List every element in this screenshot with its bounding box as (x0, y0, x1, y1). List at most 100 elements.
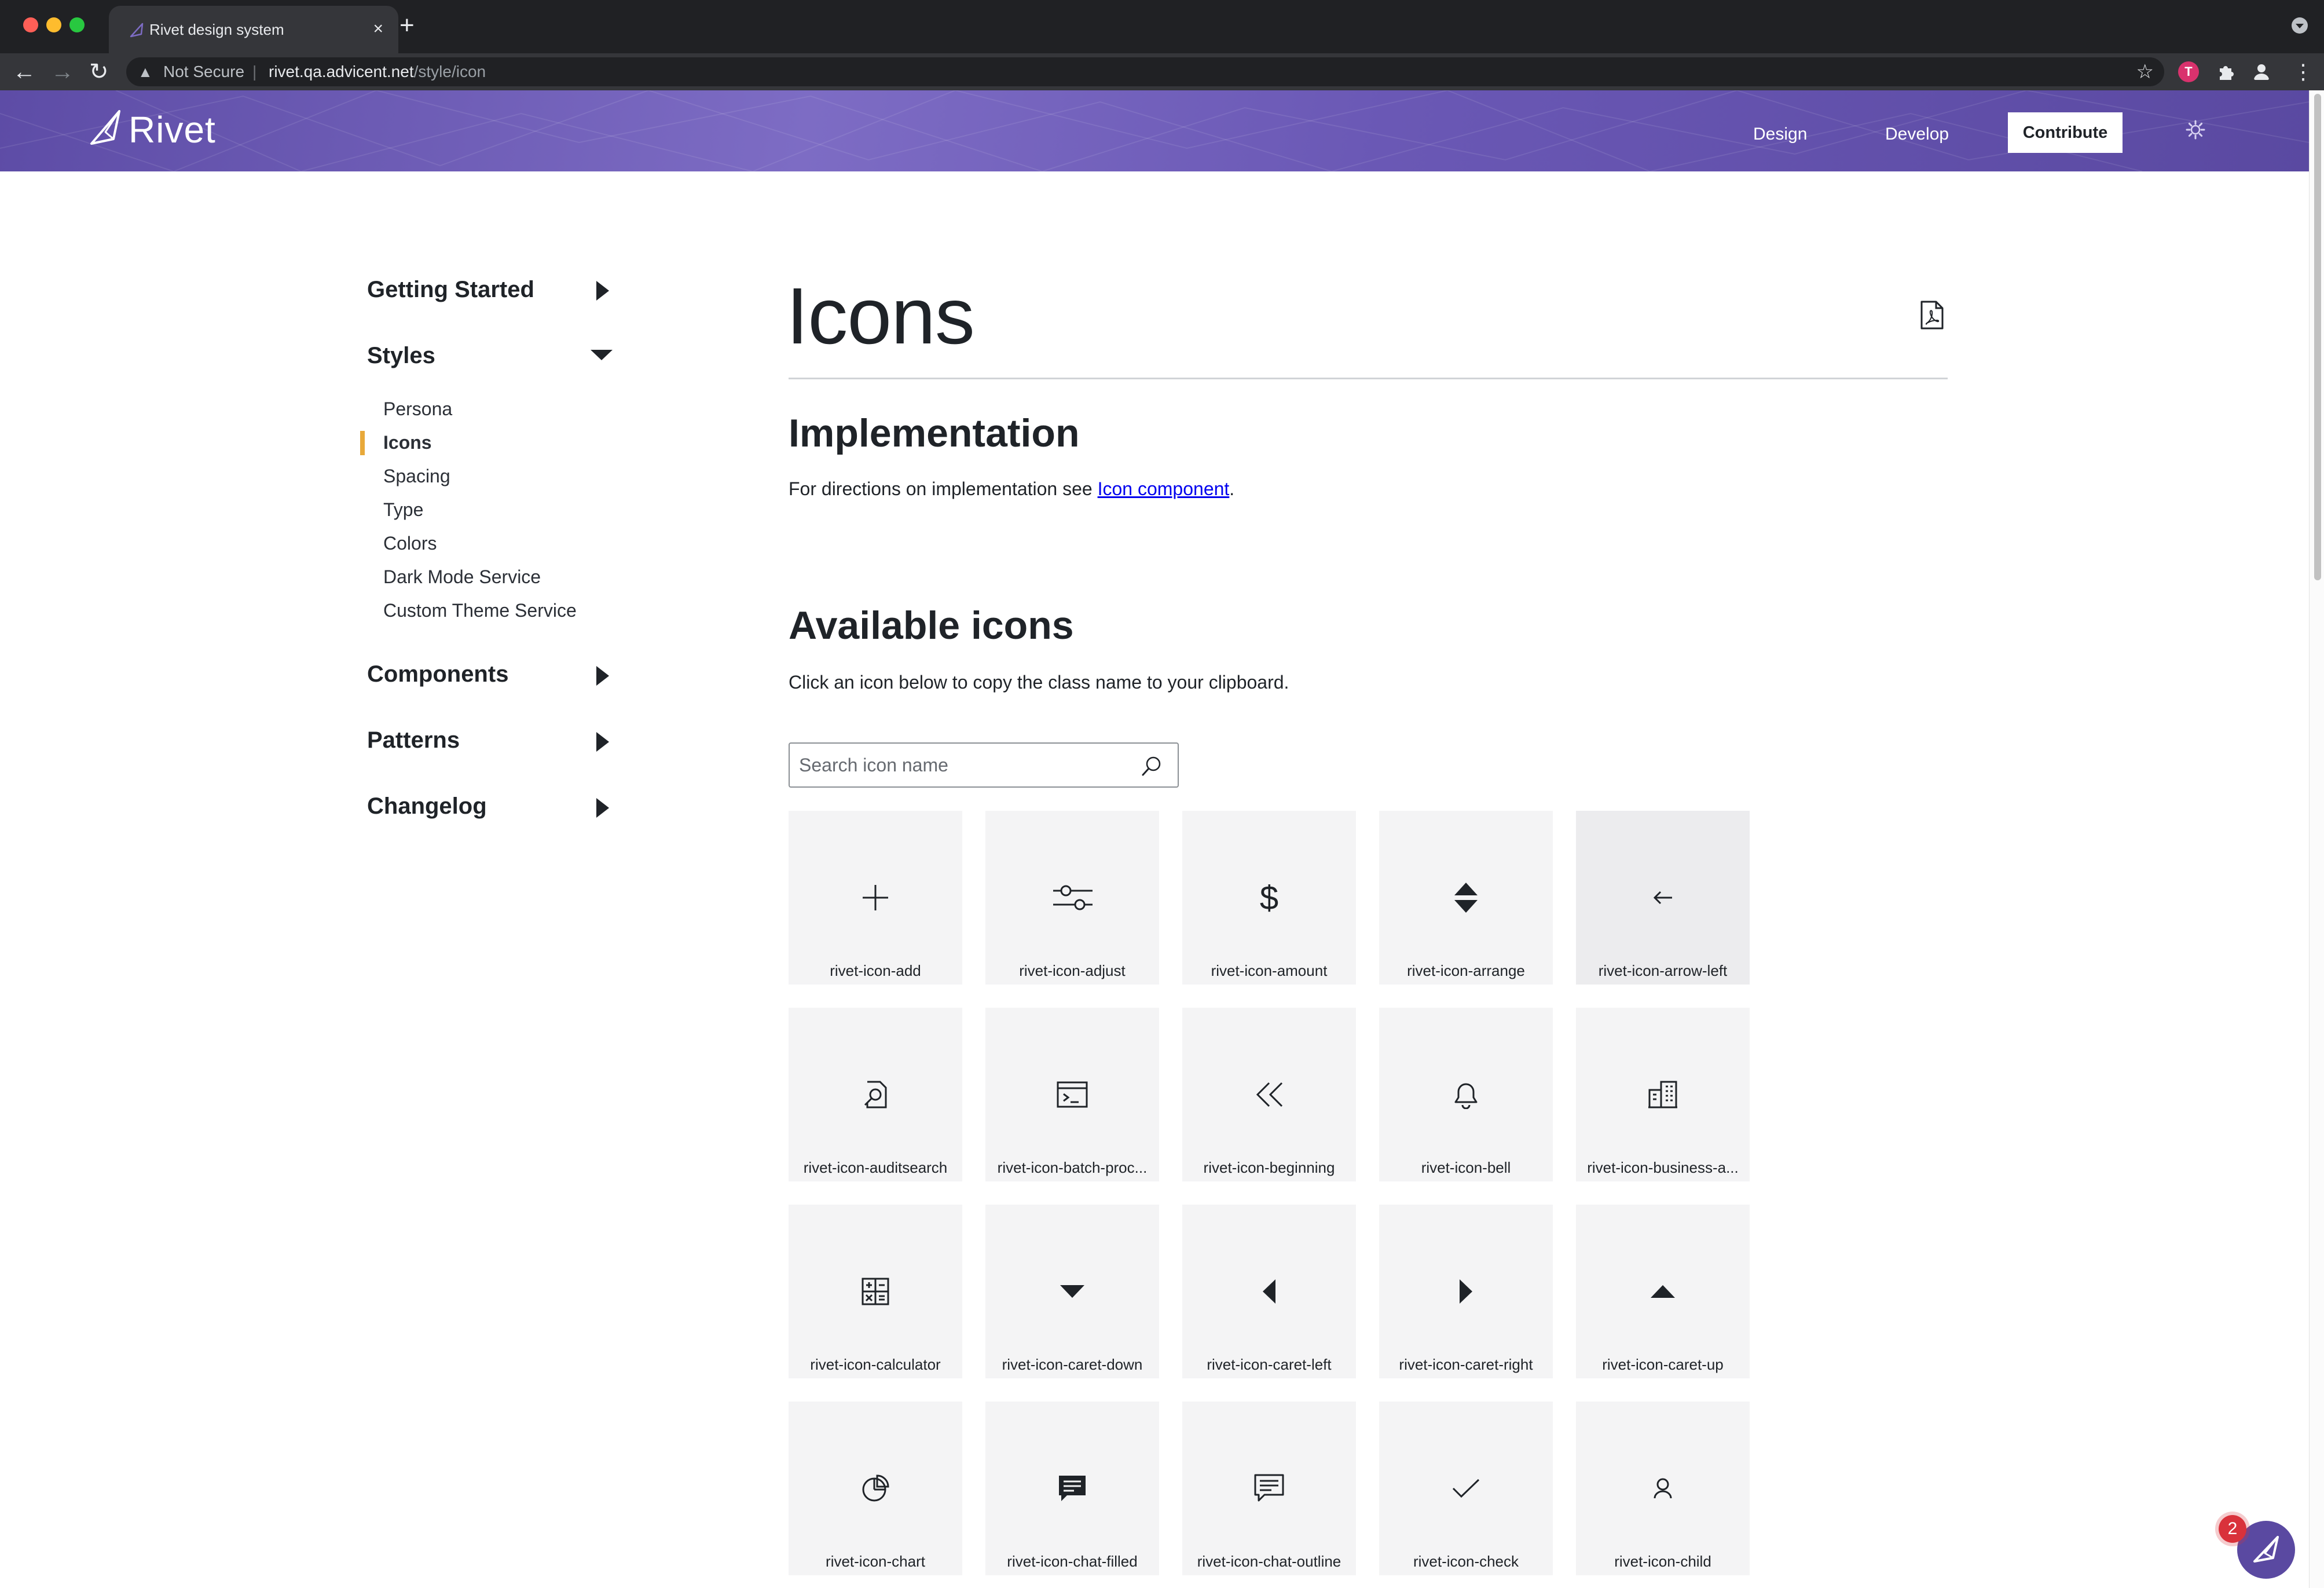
search-icon[interactable] (1141, 755, 1163, 777)
expand-right-icon[interactable] (596, 666, 609, 686)
url-text[interactable]: rivet.qa.advicent.net/style/icon (269, 63, 486, 81)
zoom-window-button[interactable] (69, 17, 85, 32)
implementation-text: For directions on implementation see Ico… (789, 476, 1234, 502)
tab-search-icon[interactable] (2292, 17, 2308, 34)
bookmark-star-icon[interactable]: ☆ (2136, 61, 2154, 83)
icon-tile-calculator[interactable]: rivet-icon-calculator (789, 1205, 962, 1378)
check-icon (1452, 1479, 1480, 1498)
sidebar-item-persona[interactable]: Persona (383, 396, 452, 422)
tab-close-icon[interactable]: × (373, 17, 383, 41)
sidebar-item-dark-mode-service[interactable]: Dark Mode Service (383, 564, 541, 590)
warning-icon: ▲ (138, 63, 153, 81)
icon-tile-label: rivet-icon-chat-filled (1007, 1553, 1138, 1570)
url-path: /style/icon (413, 63, 486, 81)
browser-menu-icon[interactable]: ⋮ (2293, 58, 2314, 86)
icon-tile-adjust[interactable]: rivet-icon-adjust (985, 811, 1159, 985)
icon-tile-caret-up[interactable]: rivet-icon-caret-up (1576, 1205, 1750, 1378)
icon-tile-label: rivet-icon-batch-proc... (997, 1159, 1148, 1176)
security-label: Not Secure (163, 63, 245, 81)
implementation-heading: Implementation (789, 411, 1080, 455)
puzzle-extensions-icon[interactable] (2215, 61, 2236, 82)
icon-tile-label: rivet-icon-arrow-left (1598, 962, 1728, 979)
chat-filled-icon (1059, 1476, 1086, 1501)
page-scrollbar[interactable] (2309, 90, 2324, 1588)
icon-tile-label: rivet-icon-calculator (810, 1356, 941, 1373)
icon-tile-chat-outline[interactable]: rivet-icon-chat-outline (1182, 1402, 1356, 1575)
icon-tile-label: rivet-icon-check (1413, 1553, 1519, 1570)
page-title: Icons (786, 272, 975, 361)
close-window-button[interactable] (23, 17, 38, 32)
sidebar-item-icons[interactable]: Icons (383, 430, 432, 455)
icon-tile-label: rivet-icon-caret-up (1602, 1356, 1724, 1373)
icon-tile-caret-left[interactable]: rivet-icon-caret-left (1182, 1205, 1356, 1378)
pdf-download-icon[interactable] (1920, 300, 1944, 330)
icon-tile-batch-processing[interactable]: rivet-icon-batch-proc... (985, 1008, 1159, 1181)
minimize-window-button[interactable] (46, 17, 61, 32)
person-icon (1654, 1478, 1672, 1499)
icon-tile-auditsearch[interactable]: rivet-icon-auditsearch (789, 1008, 962, 1181)
icon-tile-beginning[interactable]: rivet-icon-beginning (1182, 1008, 1356, 1181)
back-button[interactable]: ← (13, 58, 36, 86)
reload-button[interactable]: ↻ (89, 58, 109, 86)
icon-tile-chat-filled[interactable]: rivet-icon-chat-filled (985, 1402, 1159, 1575)
icon-tile-caret-down[interactable]: rivet-icon-caret-down (985, 1205, 1159, 1378)
double-chevron-left-icon (1256, 1082, 1283, 1107)
icon-tile-arrow-left[interactable]: rivet-icon-arrow-left (1576, 811, 1750, 985)
address-bar[interactable]: ▲ Not Secure | rivet.qa.advicent.net/sty… (126, 57, 2164, 86)
nav-link-design[interactable]: Design (1753, 123, 1807, 146)
nav-link-develop[interactable]: Develop (1885, 123, 1949, 146)
sidebar-item-spacing[interactable]: Spacing (383, 463, 450, 489)
title-divider (789, 378, 1948, 379)
scrollbar-thumb[interactable] (2314, 94, 2321, 580)
icon-tile-chart[interactable]: rivet-icon-chart (789, 1402, 962, 1575)
active-item-indicator (360, 431, 365, 455)
icon-tile-bell[interactable]: rivet-icon-bell (1379, 1008, 1553, 1181)
icon-search-field[interactable] (789, 742, 1179, 788)
settings-gear-icon[interactable] (2185, 119, 2206, 140)
header-background-pattern (0, 90, 2309, 171)
sidebar-section-changelog[interactable]: Changelog (367, 791, 487, 821)
terminal-window-icon (1057, 1081, 1088, 1108)
sidebar-section-styles[interactable]: Styles (367, 341, 435, 371)
icon-search-input[interactable] (798, 752, 1122, 778)
icon-tile-check[interactable]: rivet-icon-check (1379, 1402, 1553, 1575)
tab-title: Rivet design system (149, 21, 284, 38)
icon-tile-label: rivet-icon-caret-down (1002, 1356, 1143, 1373)
pie-chart-icon (862, 1474, 889, 1502)
icon-tile-child[interactable]: rivet-icon-child (1576, 1402, 1750, 1575)
expand-right-icon[interactable] (596, 281, 609, 301)
icon-tile-caret-right[interactable]: rivet-icon-caret-right (1379, 1205, 1553, 1378)
icon-tile-label: rivet-icon-child (1614, 1553, 1711, 1570)
logo-text[interactable]: Rivet (129, 108, 216, 152)
sidebar-item-colors[interactable]: Colors (383, 530, 437, 556)
new-tab-button[interactable]: + (399, 13, 415, 38)
icon-tile-label: rivet-icon-add (830, 962, 921, 979)
browser-tab[interactable]: Rivet design system × (109, 6, 398, 53)
sidebar-item-custom-theme-service[interactable]: Custom Theme Service (383, 598, 577, 623)
caret-left-icon (1263, 1279, 1275, 1304)
collapse-down-icon[interactable] (591, 350, 613, 360)
rivet-logo-icon[interactable] (88, 109, 123, 149)
icon-tile-arrange[interactable]: rivet-icon-arrange (1379, 811, 1553, 985)
icon-tile-label: rivet-icon-amount (1211, 962, 1328, 979)
icon-component-link[interactable]: Icon component (1098, 478, 1230, 499)
sidebar-section-getting-started[interactable]: Getting Started (367, 275, 534, 305)
sidebar-section-components[interactable]: Components (367, 659, 508, 689)
forward-button[interactable]: → (51, 58, 74, 86)
icon-tile-add[interactable]: rivet-icon-add (789, 811, 962, 985)
icon-tile-business-account[interactable]: rivet-icon-business-a... (1576, 1008, 1750, 1181)
profile-avatar-icon[interactable] (2251, 61, 2272, 82)
sidebar-item-type[interactable]: Type (383, 497, 423, 522)
contribute-button[interactable]: Contribute (2008, 112, 2123, 153)
extension-t-icon[interactable]: T (2178, 61, 2199, 82)
expand-right-icon[interactable] (596, 732, 609, 752)
calculator-icon (862, 1278, 889, 1305)
site-header: Rivet Design Develop Contribute (0, 90, 2309, 171)
sort-arrows-icon (1454, 883, 1478, 913)
available-icons-heading: Available icons (789, 603, 1074, 647)
icon-tile-label: rivet-icon-caret-left (1207, 1356, 1332, 1373)
dollar-icon: $ (1259, 879, 1279, 917)
icon-tile-amount[interactable]: $ rivet-icon-amount (1182, 811, 1356, 985)
expand-right-icon[interactable] (596, 798, 609, 818)
sidebar-section-patterns[interactable]: Patterns (367, 725, 460, 755)
